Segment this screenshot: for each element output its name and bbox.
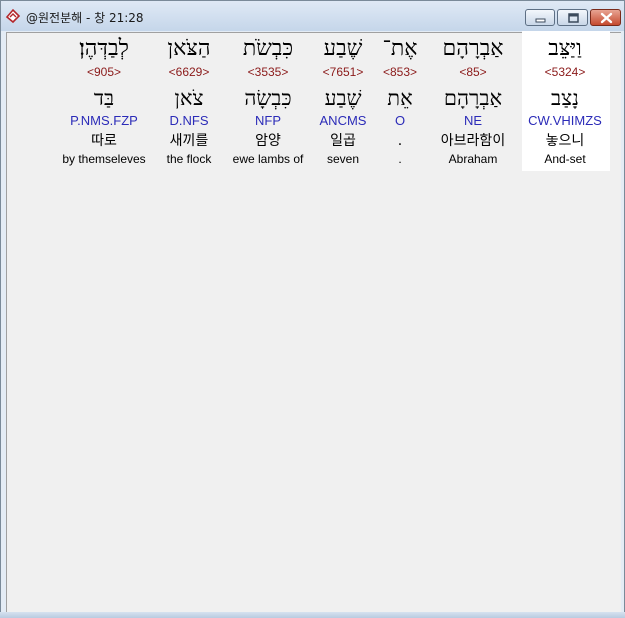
word-column[interactable]: לְבַדְּהֶן׃ <905> בַּד P.NMS.FZP 따로 by t… — [49, 33, 159, 167]
window-bottom-border — [0, 612, 625, 618]
title-bar[interactable]: @원전분해 - 창 21:28 — [1, 1, 624, 31]
window-title: @원전분해 - 창 21:28 — [26, 11, 144, 25]
minimize-button[interactable] — [525, 9, 555, 26]
lemma-word[interactable]: בַּד — [49, 80, 159, 113]
english-gloss: by themseleves — [62, 152, 146, 166]
maximize-button[interactable] — [557, 9, 588, 26]
parsing-code[interactable]: P.NMS.FZP — [49, 113, 159, 129]
close-button[interactable] — [590, 9, 621, 26]
app-logo-icon[interactable] — [5, 8, 21, 24]
hebrew-word[interactable]: לְבַדְּהֶן׃ — [49, 33, 159, 63]
strong-number[interactable]: <905> — [49, 64, 159, 80]
korean-gloss: 따로 — [91, 133, 117, 149]
